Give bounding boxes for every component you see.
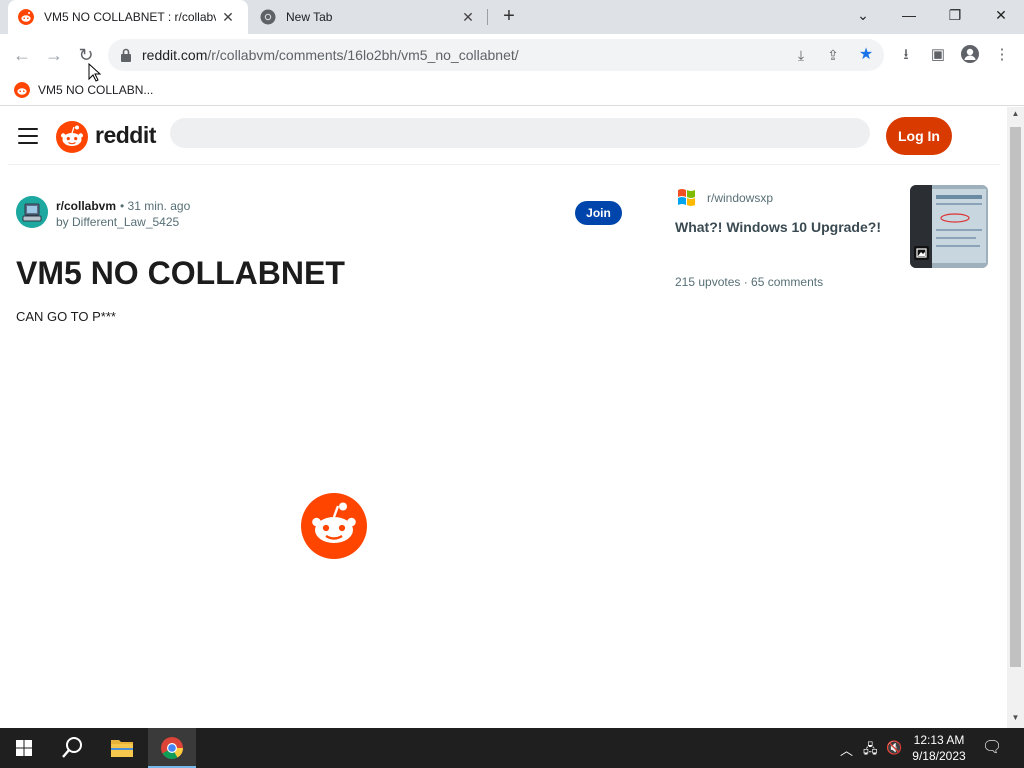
reddit-loading-spinner-icon (301, 493, 367, 559)
folder-icon (111, 740, 133, 757)
post-author[interactable]: by Different_Law_5425 (56, 215, 179, 229)
bookmark-item[interactable]: VM5 NO COLLABN... (14, 82, 153, 98)
clock-time: 12:13 AM (913, 733, 965, 747)
profile-icon[interactable] (959, 44, 981, 66)
clock-date: 9/18/2023 (912, 749, 966, 763)
mouse-cursor-icon (88, 63, 102, 82)
reddit-header: reddit Log In (8, 107, 1000, 165)
tab-title: New Tab (286, 10, 333, 24)
browser-toolbar: ← → ↻ reddit.com/r/collabvm/comments/16l… (0, 34, 1024, 76)
url-text[interactable]: reddit.com/r/collabvm/comments/16lo2bh/v… (142, 47, 519, 63)
start-button[interactable] (0, 728, 48, 768)
post-body: CAN GO TO P*** (16, 309, 116, 324)
install-app-icon[interactable]: ⤓ (791, 45, 811, 65)
login-button[interactable]: Log In (886, 117, 952, 155)
volume-muted-icon[interactable]: 🔇 (886, 740, 902, 756)
network-icon[interactable]: 🖧 (863, 740, 878, 762)
post-title: VM5 NO COLLABNET (16, 255, 345, 291)
menu-kebab-icon[interactable]: ⋮ (991, 44, 1013, 66)
side-panel-icon[interactable]: ▣ (927, 44, 949, 66)
tab-close-icon[interactable]: ✕ (460, 9, 476, 25)
windows-logo-icon (16, 740, 32, 756)
windows-taskbar: ︿ 🖧 🔇 12:13 AM 9/18/2023 🗨 (0, 728, 1024, 768)
reddit-page: reddit Log In r/collabvm • 31 min. ago b… (0, 107, 1007, 728)
scroll-down-icon[interactable]: ▼ (1007, 711, 1024, 725)
tab-strip: VM5 NO COLLABNET : r/collabvm ✕ New Tab … (0, 0, 1024, 34)
chrome-favicon-icon (260, 9, 276, 25)
reddit-logo-icon[interactable] (56, 121, 88, 153)
show-hidden-icons-icon[interactable]: ︿ (840, 740, 853, 759)
scrollbar-thumb[interactable] (1010, 127, 1021, 667)
back-arrow-icon[interactable]: ← (9, 42, 35, 68)
reddit-favicon-icon (14, 82, 30, 98)
reddit-wordmark[interactable]: reddit (95, 122, 156, 149)
page-scrollbar[interactable]: ▲ ▼ (1007, 107, 1024, 728)
chrome-icon (161, 737, 183, 759)
profile-avatar-icon (961, 45, 979, 63)
notifications-icon[interactable]: 🗨 (982, 737, 1002, 757)
share-icon[interactable]: ⇪ (823, 45, 843, 65)
tab-close-icon[interactable]: ✕ (220, 9, 236, 25)
tab-separator (487, 9, 488, 25)
related-post-thumbnail[interactable] (910, 185, 988, 268)
lock-icon (121, 48, 131, 62)
related-subreddit-link[interactable]: r/windowsxp (707, 191, 773, 205)
url-host: reddit.com (142, 47, 208, 63)
restore-button[interactable]: ❐ (932, 0, 978, 30)
bookmarks-bar: VM5 NO COLLABN... (0, 76, 1024, 106)
join-button[interactable]: Join (575, 201, 622, 225)
new-tab-button[interactable]: + (498, 6, 520, 28)
address-bar[interactable]: reddit.com/r/collabvm/comments/16lo2bh/v… (108, 39, 884, 71)
search-input[interactable] (170, 118, 870, 148)
windows-xp-logo-icon[interactable] (676, 186, 698, 208)
tab-reddit-post[interactable]: VM5 NO COLLABNET : r/collabvm ✕ (8, 0, 248, 34)
subreddit-avatar[interactable] (16, 196, 48, 228)
tab-search-chevron-icon[interactable]: ⌄ (840, 0, 886, 30)
url-path: /r/collabvm/comments/16lo2bh/vm5_no_coll… (207, 47, 519, 63)
downloads-icon[interactable]: ⭳ (895, 44, 917, 66)
tab-title: VM5 NO COLLABNET : r/collabvm (44, 10, 216, 24)
chrome-taskbar-button[interactable] (148, 728, 196, 768)
post-time: • 31 min. ago (120, 199, 191, 213)
reddit-favicon-icon (18, 9, 34, 25)
subreddit-link[interactable]: r/collabvm (56, 199, 116, 213)
minimize-button[interactable]: — (886, 0, 932, 30)
file-explorer-button[interactable] (98, 728, 146, 768)
bookmark-star-icon[interactable]: ★ (856, 45, 876, 65)
scroll-up-icon[interactable]: ▲ (1007, 107, 1024, 121)
taskbar-search-button[interactable] (48, 728, 96, 768)
hamburger-menu-icon[interactable] (18, 128, 38, 144)
search-icon (62, 737, 82, 758)
related-post-title[interactable]: What?! Windows 10 Upgrade?! (675, 219, 881, 235)
system-clock[interactable]: 12:13 AM 9/18/2023 (906, 732, 972, 764)
forward-arrow-icon[interactable]: → (41, 42, 67, 68)
close-window-button[interactable]: ✕ (978, 0, 1024, 30)
related-post-stats: 215 upvotes · 65 comments (675, 275, 824, 289)
bookmark-label: VM5 NO COLLABN... (38, 83, 154, 97)
tab-new-tab[interactable]: New Tab ✕ (250, 0, 488, 34)
